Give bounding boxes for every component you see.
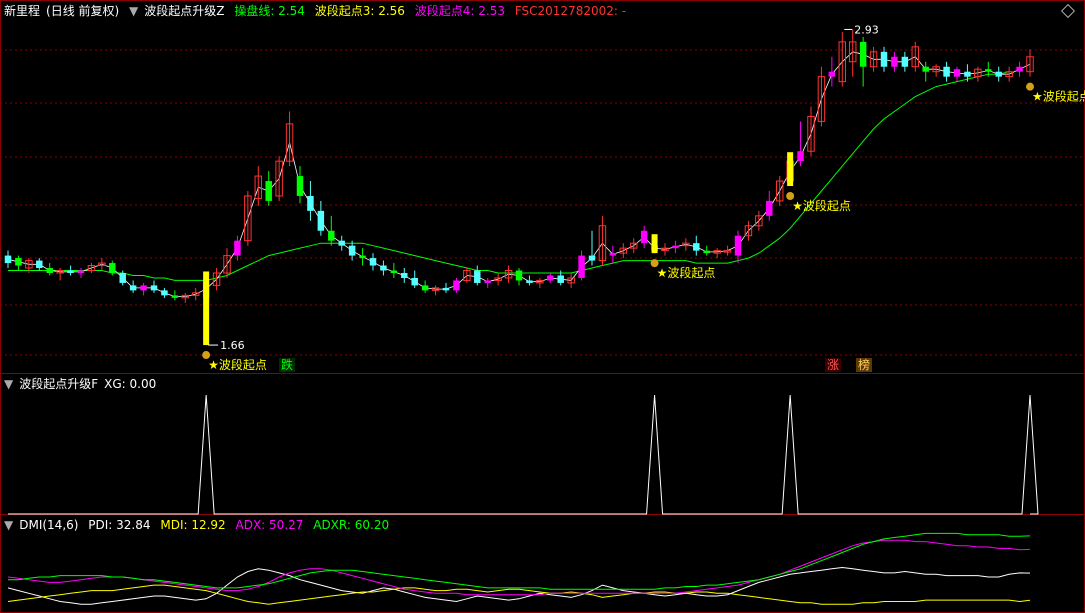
candle-body <box>985 69 992 72</box>
candle-body <box>171 295 179 298</box>
low-label: 1.66 <box>220 339 245 352</box>
candle-body <box>828 71 836 77</box>
xg-line <box>8 394 1039 515</box>
candle-body <box>880 51 888 67</box>
candle-body <box>369 258 377 266</box>
candle-body <box>150 285 158 291</box>
candle-body <box>672 245 679 249</box>
candle-body <box>901 56 909 67</box>
high-label: 2.93 <box>854 23 879 36</box>
candle-body <box>15 258 22 266</box>
candle-body <box>703 250 710 254</box>
candle-body <box>296 176 304 196</box>
candle-body <box>609 253 617 256</box>
tag-bang: 榜 <box>856 358 873 372</box>
candle-body <box>547 275 554 281</box>
candle-body <box>588 255 596 261</box>
candle-body <box>640 230 648 244</box>
signal-bar <box>651 234 658 254</box>
candle-body <box>4 255 12 264</box>
candle-body <box>943 66 950 77</box>
signal-label: ★波段起点 <box>208 357 267 372</box>
candle-body <box>317 210 325 231</box>
candle-body <box>1016 66 1023 72</box>
candle-body <box>442 287 450 291</box>
candle-body <box>338 240 345 246</box>
candle-body <box>234 240 241 256</box>
candle-body <box>390 270 398 273</box>
candle-body <box>515 270 523 281</box>
candle-body <box>401 272 408 278</box>
candle-body <box>77 270 85 273</box>
candle-body <box>797 151 804 162</box>
candle-body <box>46 268 53 273</box>
candle-body <box>67 270 74 273</box>
dmi-line-adx <box>7 539 1031 596</box>
candle-body <box>484 280 491 283</box>
signal-label: ★波段起点 <box>792 198 851 213</box>
ma-line <box>8 71 1010 281</box>
candle-body <box>359 255 366 259</box>
candle-body <box>578 255 585 278</box>
candle-body <box>140 285 147 291</box>
candle-body <box>474 270 481 283</box>
chart-canvas[interactable]: ★波段起点 ★波段起点 ★波段起点 ★波段起点 2.93 1.66 <box>0 0 1085 613</box>
candle-body <box>766 200 773 216</box>
signal-label: ★波段起点 <box>1032 89 1085 104</box>
candle-body <box>526 280 533 283</box>
candle-body <box>348 245 356 256</box>
signal-bar <box>203 271 210 346</box>
candle-body <box>453 280 460 291</box>
candle-body <box>964 71 971 77</box>
candle-body <box>129 285 137 291</box>
dmi-line-adxr <box>8 532 1031 590</box>
candle-body <box>307 195 314 211</box>
candle-body <box>36 260 43 269</box>
dmi-line-pdi <box>7 566 1031 605</box>
candle-body <box>119 272 126 283</box>
candle-body <box>995 71 1002 77</box>
candle-body <box>380 265 387 271</box>
candle-body <box>859 41 867 67</box>
candle-body <box>411 277 418 286</box>
candle-body <box>421 285 429 291</box>
tag-zhang: 涨 <box>825 358 842 372</box>
candle-body <box>693 243 700 251</box>
candle-body <box>922 66 929 72</box>
trend-line <box>7 51 1031 298</box>
candle-body <box>953 69 961 77</box>
candle-body <box>328 230 335 241</box>
tag-die: 跌 <box>279 358 296 372</box>
candle-body <box>161 290 168 296</box>
signal-label: ★波段起点 <box>657 265 716 280</box>
candle-body <box>557 275 564 283</box>
candle-body <box>734 235 742 256</box>
candle-body <box>265 181 272 201</box>
candle-body <box>891 56 898 67</box>
candle-body <box>109 263 116 273</box>
signal-bar <box>787 152 794 187</box>
